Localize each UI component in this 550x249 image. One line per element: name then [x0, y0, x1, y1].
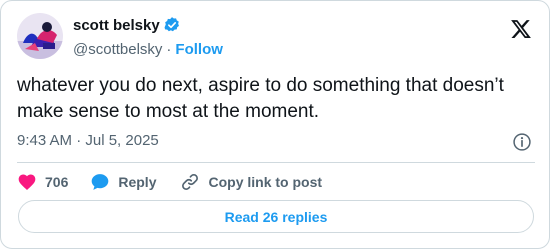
tweet-text: whatever you do next, aspire to do somet…: [17, 75, 504, 122]
divider: [17, 162, 535, 163]
x-logo-icon[interactable]: [510, 18, 532, 40]
follow-button[interactable]: Follow: [175, 41, 223, 58]
copy-link-button[interactable]: Copy link to post: [180, 172, 322, 192]
copy-link-label: Copy link to post: [208, 174, 323, 190]
reply-label: Reply: [118, 174, 157, 190]
handle-row: @scottbelsky · Follow: [73, 41, 223, 58]
heart-icon: [18, 174, 36, 190]
tweet-embed-card: scott belsky @scottbelsky · Follow whate…: [0, 0, 550, 249]
separator-dot: ·: [166, 41, 172, 58]
tweet-timestamp[interactable]: 9:43 AM · Jul 5, 2025: [17, 132, 159, 149]
author-handle[interactable]: @scottbelsky: [73, 41, 162, 58]
action-bar: 706 Reply Copy link to post: [17, 171, 322, 193]
verified-badge-icon: [164, 17, 179, 32]
reply-bubble-icon: [92, 174, 109, 190]
reply-button[interactable]: Reply: [90, 172, 156, 192]
avatar-image: [17, 13, 63, 59]
info-icon[interactable]: [512, 132, 532, 152]
like-count: 706: [45, 174, 69, 190]
author-name[interactable]: scott belsky: [73, 17, 160, 34]
read-replies-label: Read 26 replies: [224, 208, 328, 225]
link-icon: [182, 174, 199, 190]
read-replies-button[interactable]: Read 26 replies: [18, 200, 534, 233]
author-name-row[interactable]: scott belsky: [73, 16, 181, 34]
like-button[interactable]: 706: [17, 172, 68, 192]
avatar[interactable]: [17, 13, 63, 59]
